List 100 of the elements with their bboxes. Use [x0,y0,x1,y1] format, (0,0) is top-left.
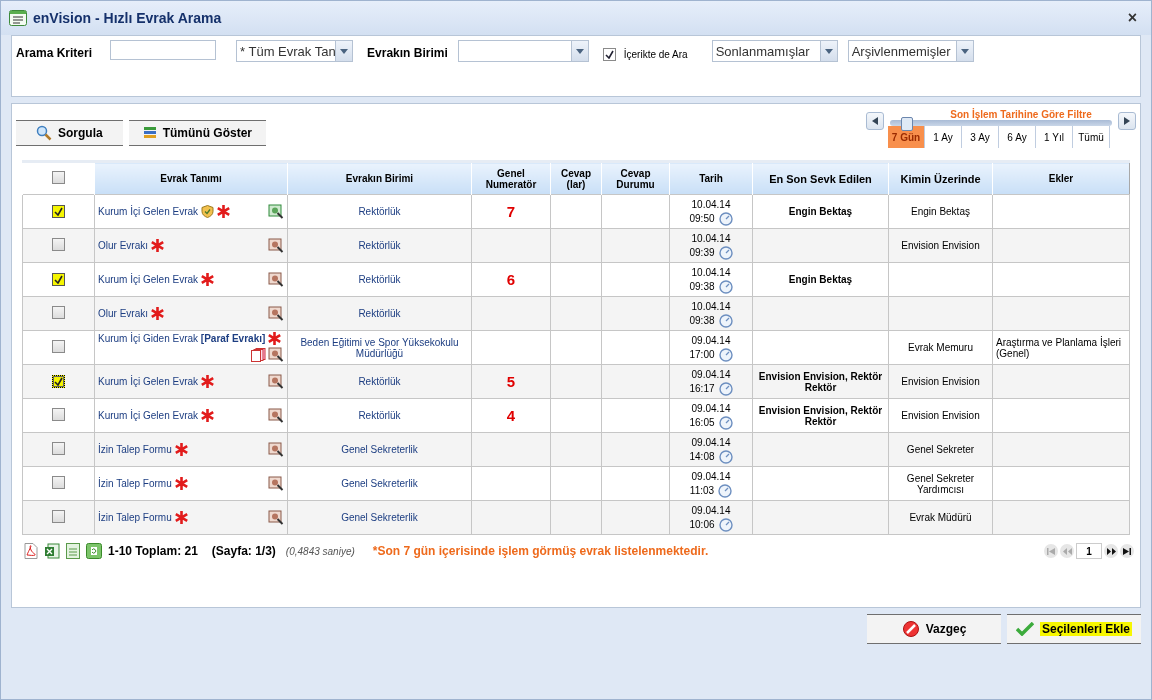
document-preview-icon[interactable] [268,347,284,363]
date-text: 09.04.14 [691,469,731,484]
time-text: 14:08 [689,449,715,464]
asterisk-icon [174,477,188,490]
slider-track[interactable] [890,120,1112,126]
search-icon [36,125,52,141]
document-type-link[interactable]: İzin Talep Formu [98,444,172,455]
date-range-tab[interactable]: 6 Ay [999,126,1036,148]
asterisk-icon [151,239,164,252]
last-sent-cell: Engin Bektaş [752,262,889,297]
holder-cell: Engin Bektaş [888,194,993,229]
row-checkbox[interactable] [52,273,65,286]
clock-icon [718,245,733,260]
date-text: 10.04.14 [691,299,731,314]
time-text: 16:17 [689,381,715,396]
unit-cell: Rektörlük [287,296,472,331]
date-range-tab[interactable]: 1 Yıl [1036,126,1073,148]
show-all-button[interactable]: Tümünü Göster [128,120,266,146]
document-preview-icon[interactable] [268,373,284,390]
next-page-button[interactable] [1104,544,1118,558]
column-header: Genel Numeratör [471,161,551,195]
last-sent-cell: Envision Envision, Rektör Rektör [752,398,889,433]
row-checkbox[interactable] [52,442,65,455]
list-window-icon [9,10,27,26]
row-checkbox[interactable] [52,510,65,523]
document-preview-icon[interactable] [268,237,284,254]
clock-icon [718,279,733,294]
document-type-link[interactable]: Olur Evrakı [98,240,148,251]
slider-thumb[interactable] [901,117,913,131]
row-checkbox[interactable] [52,306,65,319]
unit-cell: Rektörlük [287,262,472,297]
last-page-button[interactable] [1120,544,1134,558]
document-preview-icon[interactable] [268,271,284,288]
unit-cell: Rektörlük [287,398,472,433]
search-button[interactable]: Sorgula [16,120,123,146]
add-selected-button[interactable]: Seçilenleri Ekle [1007,614,1141,644]
left-arrow-icon [872,117,878,125]
previous-arrow-button[interactable] [866,112,884,130]
date-text: 09.04.14 [691,367,731,382]
holder-cell: Evrak Müdürü [888,500,993,535]
date-text: 09.04.14 [691,401,731,416]
document-preview-icon[interactable] [268,509,284,526]
holder-cell: Envision Envision [888,398,993,433]
pdf-icon[interactable] [24,543,38,559]
criteria-label: Arama Kriteri [16,46,93,60]
unit-cell: Rektörlük [287,194,472,229]
row-checkbox[interactable] [52,340,65,353]
unit-cell: Rektörlük [287,228,472,263]
number-cell: 4 [471,398,551,433]
row-checkbox[interactable] [52,238,65,251]
document-type-link[interactable]: Kurum İçi Gelen Evrak [98,274,199,285]
spreadsheet-icon[interactable] [66,543,80,559]
content-search-label: İçerikte de Ara [623,49,688,60]
date-range-tab[interactable]: 3 Ay [962,126,999,148]
close-button[interactable]: × [1121,9,1143,27]
row-checkbox[interactable] [52,205,65,218]
clock-icon [718,415,733,430]
column-header: Evrakın Birimi [287,161,472,195]
document-preview-icon[interactable] [268,475,284,492]
date-range-tab[interactable]: Tümü [1073,126,1110,148]
column-header: Tarih [669,161,753,195]
date-text: 09.04.14 [691,503,731,518]
checkmark-icon [1015,622,1034,636]
document-type-link[interactable]: Kurum İçi Gelen Evrak [98,206,199,217]
document-type-link[interactable]: Kurum İçi Gelen Evrak [98,376,199,387]
document-preview-icon[interactable] [268,407,284,424]
excel-icon[interactable] [44,543,60,559]
query-duration-text: (0,4843 saniye) [285,545,355,557]
document-preview-icon[interactable] [268,203,284,220]
document-preview-icon[interactable] [268,441,284,458]
document-type-link[interactable]: İzin Talep Formu [98,478,172,489]
cancel-button[interactable]: Vazgeç [867,614,1001,644]
select-all-checkbox[interactable] [52,171,65,184]
document-type-link[interactable]: Olur Evrakı [98,308,148,319]
number-cell: 7 [471,194,551,229]
status-select[interactable]: Sonlanmamışlar [711,40,838,62]
content-search-checkbox[interactable] [602,48,616,61]
time-text: 09:39 [689,245,715,260]
unit-cell: Rektörlük [287,364,472,399]
column-header: Evrak Tanımı [94,161,288,195]
page-number-input[interactable]: 1 [1076,543,1102,559]
date-range-tab[interactable]: 1 Ay [925,126,962,148]
column-header: Cevap Durumu [601,161,670,195]
asterisk-icon [201,375,215,388]
document-type-link[interactable]: Kurum İçi Gelen Evrak [98,410,199,421]
document-type-select[interactable]: * Tüm Evrak Tan [236,40,354,62]
document-type-link[interactable]: İzin Talep Formu [98,512,172,523]
documents-icon[interactable] [251,348,266,362]
row-checkbox[interactable] [52,375,65,388]
row-checkbox[interactable] [52,476,65,489]
unit-cell: Beden Eğitimi ve Spor Yüksekokulu Müdürlüğü [287,330,472,365]
row-checkbox[interactable] [52,408,65,421]
next-arrow-button[interactable] [1118,112,1136,130]
holder-cell: Envision Envision [888,364,993,399]
time-text: 16:05 [689,415,715,430]
document-preview-icon[interactable] [268,305,284,322]
criteria-input[interactable] [110,40,217,60]
refresh-icon[interactable] [86,543,102,559]
holder-cell: Genel Sekreter Yardımcısı [888,466,993,501]
archive-select[interactable]: Arşivlenmemişler [847,40,974,62]
